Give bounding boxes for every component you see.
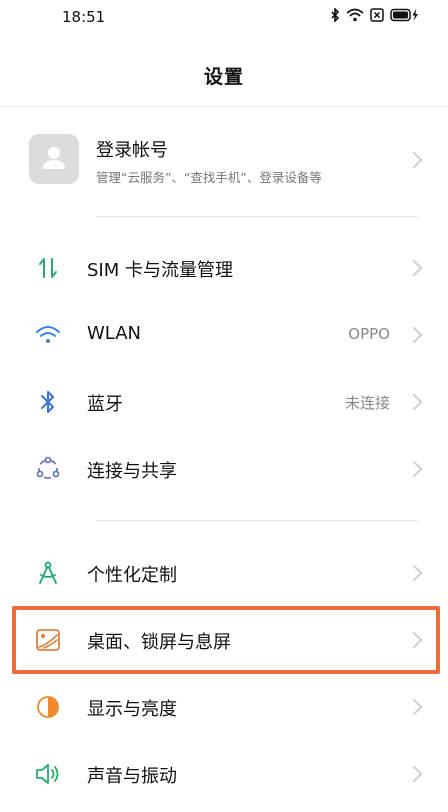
settings-item-label: 声音与振动 bbox=[87, 766, 177, 787]
settings-item-personalize[interactable]: 个性化定制 bbox=[0, 545, 448, 601]
settings-item-label: 个性化定制 bbox=[87, 565, 177, 586]
wifi-icon bbox=[34, 321, 62, 349]
chevron-right-icon bbox=[405, 151, 423, 169]
chevron-right-icon bbox=[405, 259, 423, 277]
settings-item-display-brightness[interactable]: 显示与亮度 bbox=[0, 679, 448, 735]
status-bar: 18:51 bbox=[0, 0, 448, 36]
account-title: 登录帐号 bbox=[96, 140, 168, 161]
settings-item-label: WLAN bbox=[87, 323, 142, 344]
connection-share-icon bbox=[34, 455, 62, 483]
section-divider bbox=[96, 520, 418, 521]
chevron-right-icon bbox=[405, 460, 423, 478]
settings-item-connection-share[interactable]: 连接与共享 bbox=[0, 441, 448, 497]
settings-item-label: 连接与共享 bbox=[87, 461, 177, 482]
settings-item-bluetooth[interactable]: 蓝牙 未连接 bbox=[0, 374, 448, 430]
user-icon bbox=[40, 143, 68, 175]
settings-item-label: 显示与亮度 bbox=[87, 699, 177, 720]
settings-item-value: OPPO bbox=[348, 325, 390, 343]
chevron-right-icon bbox=[405, 698, 423, 716]
page-title: 设置 bbox=[203, 66, 244, 88]
bluetooth-icon bbox=[34, 388, 62, 416]
personalize-icon bbox=[34, 559, 62, 587]
status-time: 18:51 bbox=[62, 8, 106, 26]
brightness-icon bbox=[34, 693, 62, 721]
chevron-right-icon bbox=[405, 326, 423, 344]
chevron-right-icon bbox=[405, 564, 423, 582]
sim-x-icon bbox=[370, 8, 384, 22]
settings-item-value: 未连接 bbox=[344, 394, 390, 412]
sound-icon bbox=[34, 760, 62, 788]
bluetooth-icon bbox=[330, 8, 340, 22]
sim-data-icon bbox=[34, 254, 62, 282]
chevron-right-icon bbox=[405, 765, 423, 783]
settings-item-label: SIM 卡与流量管理 bbox=[87, 260, 233, 281]
settings-item-label: 蓝牙 bbox=[87, 394, 123, 415]
status-icons bbox=[330, 8, 420, 22]
wifi-icon bbox=[346, 8, 364, 22]
settings-item-wlan[interactable]: WLAN OPPO bbox=[0, 307, 448, 363]
battery-charging-icon bbox=[390, 8, 420, 22]
header-divider bbox=[0, 106, 448, 107]
settings-item-sim[interactable]: SIM 卡与流量管理 bbox=[0, 240, 448, 296]
highlight-box bbox=[12, 606, 440, 674]
chevron-right-icon bbox=[405, 393, 423, 411]
account-subtitle: 管理“云服务”、“查找手机”、登录设备等 bbox=[96, 170, 322, 185]
settings-item-sound-vibration[interactable]: 声音与振动 bbox=[0, 746, 448, 802]
login-account-item[interactable]: 登录帐号 管理“云服务”、“查找手机”、登录设备等 bbox=[0, 124, 448, 196]
avatar bbox=[29, 134, 79, 184]
section-divider bbox=[96, 216, 418, 217]
